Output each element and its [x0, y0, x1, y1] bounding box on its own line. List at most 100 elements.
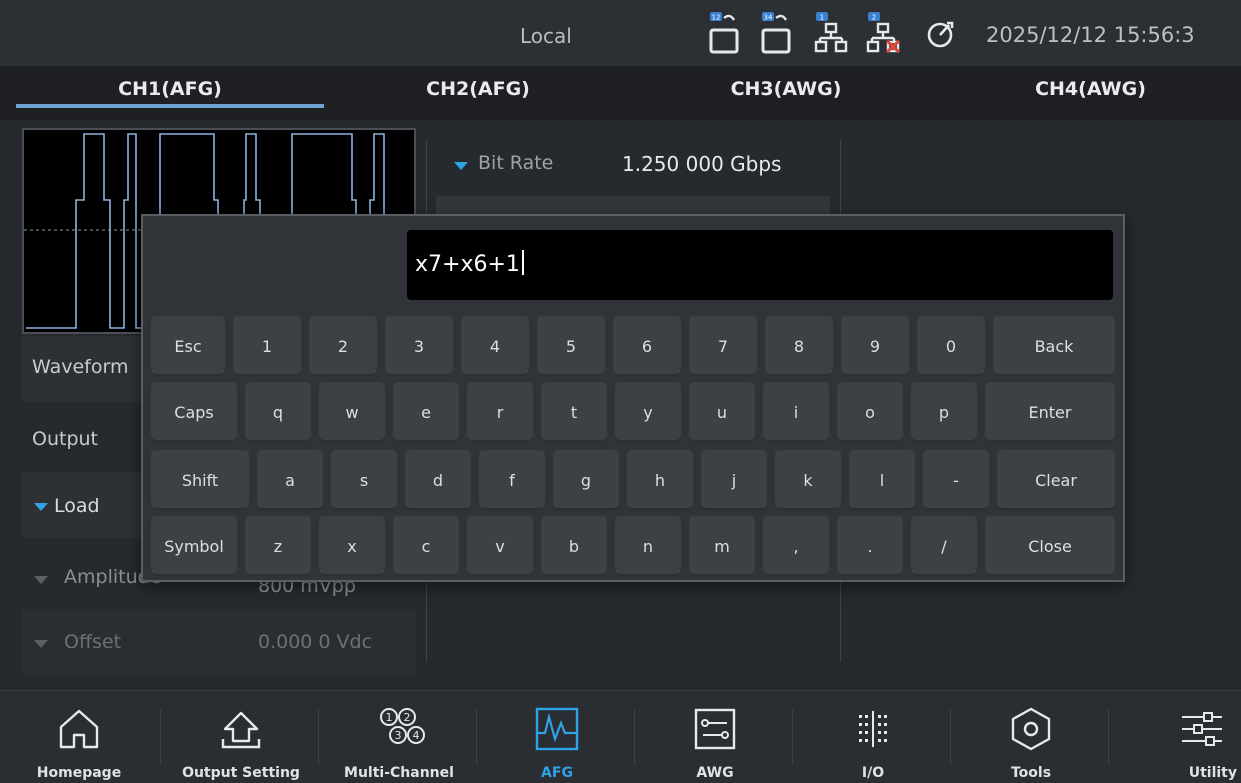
bottom-navigation: Homepage Output Setting 1 2 3 4 Multi-Ch…: [0, 690, 1241, 783]
svg-text:2: 2: [872, 14, 876, 22]
key-2[interactable]: 2: [309, 316, 377, 376]
nav-io[interactable]: I/O: [794, 691, 952, 783]
svg-text:4: 4: [413, 729, 420, 742]
nav-multi-channel[interactable]: 1 2 3 4 Multi-Channel: [320, 691, 478, 783]
key-e[interactable]: e: [393, 382, 459, 442]
key-enter[interactable]: Enter: [985, 382, 1115, 442]
key-caps[interactable]: Caps: [151, 382, 237, 442]
key-q[interactable]: q: [245, 382, 311, 442]
key-c[interactable]: c: [393, 516, 459, 576]
key-d[interactable]: d: [405, 450, 471, 510]
tab-ch3[interactable]: CH3(AWG): [632, 66, 940, 120]
nav-awg[interactable]: AWG: [636, 691, 794, 783]
bit-rate-expand-icon: [454, 162, 468, 170]
nav-homepage[interactable]: Homepage: [0, 691, 158, 783]
key-esc[interactable]: Esc: [151, 316, 225, 376]
key-close[interactable]: Close: [985, 516, 1115, 576]
lock-12-icon[interactable]: 12: [708, 10, 748, 56]
svg-text:34: 34: [764, 14, 773, 22]
tab-ch4[interactable]: CH4(AWG): [940, 66, 1241, 120]
key-o[interactable]: o: [837, 382, 903, 442]
key-n[interactable]: n: [615, 516, 681, 576]
status-bar: Local 12 34 1 2 2025/12/12 15:56:3: [0, 0, 1241, 66]
nav-separator: [792, 709, 793, 765]
bit-rate-row[interactable]: Bit Rate 1.250 000 Gbps: [436, 140, 830, 192]
key-t[interactable]: t: [541, 382, 607, 442]
key-9[interactable]: 9: [841, 316, 909, 376]
key-comma[interactable]: ,: [763, 516, 829, 576]
key-j[interactable]: j: [701, 450, 767, 510]
nav-separator: [950, 709, 951, 765]
key-dash[interactable]: -: [923, 450, 989, 510]
key-back[interactable]: Back: [993, 316, 1115, 376]
key-m[interactable]: m: [689, 516, 755, 576]
key-symbol[interactable]: Symbol: [151, 516, 237, 576]
keyboard-keys: Esc 1 2 3 4 5 6 7 8 9 0 Back Caps q w e r t y u i o p Enter Shif…: [143, 216, 1123, 580]
key-5[interactable]: 5: [537, 316, 605, 376]
nav-afg[interactable]: AFG: [478, 691, 636, 783]
tab-ch2[interactable]: CH2(AFG): [324, 66, 632, 120]
svg-text:2: 2: [404, 711, 411, 724]
offset-expand-icon: [34, 640, 48, 648]
on-screen-keyboard: x7+x6+1 Esc 1 2 3 4 5 6 7 8 9 0 Back Caps q w e r t y u i o p E…: [141, 214, 1125, 582]
key-i[interactable]: i: [763, 382, 829, 442]
lock-34-icon[interactable]: 34: [760, 10, 800, 56]
home-icon: [59, 709, 99, 749]
svg-text:12: 12: [712, 14, 721, 22]
key-h[interactable]: h: [627, 450, 693, 510]
bit-rate-detail: [436, 196, 830, 216]
key-3[interactable]: 3: [385, 316, 453, 376]
key-4[interactable]: 4: [461, 316, 529, 376]
nav-output-setting[interactable]: Output Setting: [162, 691, 320, 783]
status-title: Local: [520, 24, 572, 48]
nav-separator: [634, 709, 635, 765]
io-icon: [859, 711, 887, 747]
key-period[interactable]: .: [837, 516, 903, 576]
active-tab-underline: [16, 104, 324, 108]
nav-tools[interactable]: Tools: [952, 691, 1110, 783]
nav-separator: [476, 709, 477, 765]
output-setting-icon: [221, 711, 261, 749]
svg-text:1: 1: [386, 711, 393, 724]
key-shift[interactable]: Shift: [151, 450, 249, 510]
key-w[interactable]: w: [319, 382, 385, 442]
nav-separator: [318, 709, 319, 765]
key-z[interactable]: z: [245, 516, 311, 576]
offset-row[interactable]: Offset 0.000 0 Vdc: [22, 610, 416, 676]
awg-icon: [694, 708, 736, 750]
key-x[interactable]: x: [319, 516, 385, 576]
key-y[interactable]: y: [615, 382, 681, 442]
nav-utility[interactable]: Utility: [1110, 691, 1241, 783]
key-1[interactable]: 1: [233, 316, 301, 376]
load-expand-icon: [34, 503, 48, 511]
key-v[interactable]: v: [467, 516, 533, 576]
key-b[interactable]: b: [541, 516, 607, 576]
key-clear[interactable]: Clear: [997, 450, 1115, 510]
key-k[interactable]: k: [775, 450, 841, 510]
key-s[interactable]: s: [331, 450, 397, 510]
amplitude-expand-icon: [34, 576, 48, 584]
timer-icon[interactable]: [924, 10, 964, 56]
key-r[interactable]: r: [467, 382, 533, 442]
key-8[interactable]: 8: [765, 316, 833, 376]
key-slash[interactable]: /: [911, 516, 977, 576]
key-6[interactable]: 6: [613, 316, 681, 376]
key-g[interactable]: g: [553, 450, 619, 510]
key-p[interactable]: p: [911, 382, 977, 442]
network-2-disconnected-icon[interactable]: 2: [866, 10, 906, 56]
network-1-icon[interactable]: 1: [814, 10, 854, 56]
key-l[interactable]: l: [849, 450, 915, 510]
tab-ch1[interactable]: CH1(AFG): [16, 66, 324, 120]
svg-text:1: 1: [820, 14, 824, 22]
afg-waveform-icon: [535, 707, 579, 751]
key-f[interactable]: f: [479, 450, 545, 510]
channel-tab-bar: CH1(AFG) CH2(AFG) CH3(AWG) CH4(AWG): [0, 66, 1241, 120]
utility-sliders-icon: [1181, 712, 1222, 746]
key-0[interactable]: 0: [917, 316, 985, 376]
key-u[interactable]: u: [689, 382, 755, 442]
nav-separator: [1108, 709, 1109, 765]
key-7[interactable]: 7: [689, 316, 757, 376]
tools-hexagon-icon: [1011, 707, 1051, 751]
key-a[interactable]: a: [257, 450, 323, 510]
datetime: 2025/12/12 15:56:3: [986, 23, 1195, 47]
